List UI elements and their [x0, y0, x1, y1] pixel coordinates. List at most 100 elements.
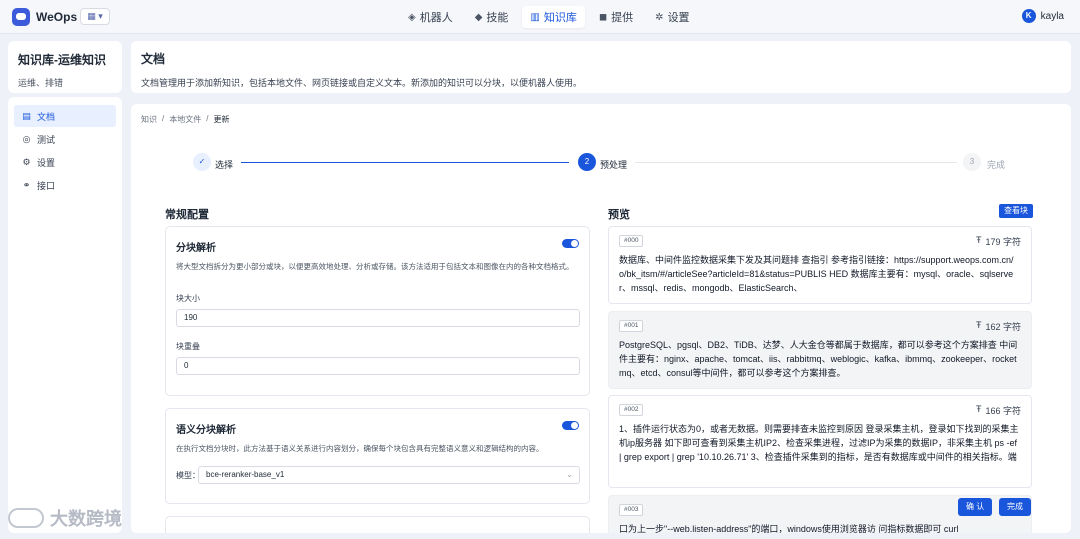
document-icon: ▤: [22, 110, 31, 121]
weops-logo-icon[interactable]: [12, 8, 30, 26]
step-done-check-icon: ✓: [193, 153, 211, 171]
grid-icon: ▦ ▾: [87, 11, 103, 21]
skill-icon: ◆: [474, 11, 483, 23]
sidebar-item-documents[interactable]: ▤ 文档: [14, 105, 116, 127]
user-menu[interactable]: K kayla: [1021, 9, 1064, 23]
brand-name: WeOps: [36, 10, 78, 24]
step-connector-pending: [635, 162, 957, 163]
chunk-parse-title: 分块解析: [176, 243, 216, 254]
sidebar-item-label: 测试: [37, 134, 56, 145]
step-number-pending: 3: [963, 153, 981, 171]
nav-item-skill[interactable]: ◆ 技能: [467, 6, 517, 28]
confirm-button[interactable]: 确 认: [958, 498, 993, 516]
sidebar-item-api[interactable]: ⚭ 接口: [14, 174, 116, 196]
text-icon: Ŧ: [975, 320, 982, 330]
kb-tags: 运维、排错: [18, 78, 64, 88]
sidebar-item-settings[interactable]: ⚙ 设置: [14, 151, 116, 173]
watermark-text: 大数跨境: [50, 509, 122, 529]
nav-item-label: 技能: [486, 12, 509, 24]
kb-info-card: 知识库-运维知识 运维、排错: [8, 41, 122, 93]
chunk-size-label: 块大小: [176, 294, 200, 303]
breadcrumb-item-current: 更新: [213, 115, 230, 124]
sidebar-item-test[interactable]: ◎ 测试: [14, 128, 116, 150]
breadcrumb-item-knowledge[interactable]: 知识: [141, 114, 157, 125]
step-label-select: 选择: [215, 160, 234, 170]
app-switcher-button[interactable]: ▦ ▾: [80, 8, 110, 25]
preview-title: 预览: [608, 209, 630, 221]
finish-button[interactable]: 完成: [999, 498, 1031, 516]
view-chunks-button[interactable]: 查看块: [999, 204, 1033, 218]
breadcrumb-separator: /: [162, 114, 165, 123]
robot-icon: ◈: [408, 11, 416, 23]
chunk-text: 1、插件运行状态为0，或者无数据。则需要排查未监控到原因 登录采集主机，登录如下…: [619, 424, 1019, 462]
nav-item-label: 知识库: [543, 12, 577, 24]
username: kayla: [1040, 10, 1064, 22]
chunk-id-badge: #001: [619, 320, 644, 332]
model-label: 模型：: [176, 471, 200, 480]
step-label-preprocess: 预处理: [600, 160, 628, 170]
nav-item-label: 设置: [667, 12, 690, 24]
chunk-parse-toggle[interactable]: [562, 239, 579, 248]
page-title: 文档: [141, 52, 166, 66]
chunk-char-count: Ŧ 179 字符: [976, 235, 1021, 248]
model-select[interactable]: bce-reranker-base_v1 ⌄: [198, 466, 580, 484]
book-icon: ▥: [530, 11, 540, 23]
chunk-parse-card: 分块解析 将大型文档拆分为更小部分或块，以便更高效地处理、分析或存储。该方法适用…: [165, 226, 590, 396]
chunk-text: 数据库、中间件监控数据采集下发及其问题排 查指引 参考指引链接：https://…: [619, 255, 1014, 293]
link-icon: ⚭: [22, 179, 31, 190]
main-nav: ◈ 机器人 ◆ 技能 ▥ 知识库 ◼ 提供 ✲ 设置: [400, 6, 698, 28]
step-number-active: 2: [578, 153, 596, 171]
box-icon: ◼: [598, 11, 608, 23]
breadcrumb-separator: /: [206, 114, 209, 123]
chunk-card: #002 Ŧ 166 字符 1、插件运行状态为0，或者无数据。则需要排查未监控到原…: [608, 395, 1032, 488]
nav-item-provider[interactable]: ◼ 提供: [591, 6, 641, 28]
chunk-char-count: Ŧ 166 字符: [976, 404, 1021, 417]
test-icon: ◎: [22, 133, 31, 144]
text-icon: Ŧ: [975, 404, 982, 414]
gear-icon: ✲: [655, 11, 664, 23]
chunk-char-count-value: 162 字符: [985, 322, 1021, 332]
chunk-overlap-label: 块重叠: [176, 342, 200, 351]
general-config-title: 常规配置: [165, 209, 209, 221]
sidebar-item-label: 接口: [37, 180, 56, 191]
chunk-card: #001 Ŧ 162 字符 PostgreSQL、pgsql、DB2、TiDB、达…: [608, 311, 1032, 389]
step-label-finish: 完成: [987, 160, 1006, 170]
sidebar-item-label: 文档: [37, 111, 56, 122]
sidebar-item-label: 设置: [37, 157, 56, 168]
text-icon: Ŧ: [975, 235, 982, 245]
nav-item-robot[interactable]: ◈ 机器人: [400, 6, 461, 28]
chunk-char-count: Ŧ 162 字符: [976, 320, 1021, 333]
semantic-parse-toggle[interactable]: [562, 421, 579, 430]
chunk-text: 口为上一步"--web.listen-address"的端口，windows使用…: [619, 524, 959, 533]
watermark-logo-icon: [8, 508, 44, 528]
top-navbar: WeOps ▦ ▾ ◈ 机器人 ◆ 技能 ▥ 知识库 ◼ 提供 ✲ 设置 K kayla: [0, 0, 1080, 34]
chunk-overlap-input[interactable]: 0: [176, 357, 580, 375]
watermark: 大数跨境: [8, 505, 122, 531]
chunk-id-badge: #003: [619, 504, 644, 516]
kb-title: 知识库-运维知识: [18, 53, 106, 67]
chunk-text: PostgreSQL、pgsql、DB2、TiDB、达梦、人大金仓等都属于数据库…: [619, 340, 1018, 378]
page-description: 文档管理用于添加新知识，包括本地文件、网页链接或自定义文本。新添加的知识可以分块…: [141, 78, 583, 88]
document-header: 文档 文档管理用于添加新知识，包括本地文件、网页链接或自定义文本。新添加的知识可…: [131, 41, 1071, 93]
chevron-down-icon: ⌄: [566, 470, 573, 479]
settings-icon: ⚙: [22, 156, 31, 167]
step-indicator: ✓ 选择 2 预处理 3 完成: [193, 153, 1013, 173]
nav-item-label: 机器人: [419, 12, 453, 24]
breadcrumb-item-local-file[interactable]: 本地文件: [169, 114, 201, 125]
nav-item-label: 提供: [611, 12, 634, 24]
breadcrumb: 知识 / 本地文件 / 更新: [141, 114, 229, 125]
semantic-parse-description: 在执行文档分块时，此方法基于语义关系进行内容划分，确保每个块包含具有完整语义意义…: [176, 444, 544, 453]
main-panel: 知识 / 本地文件 / 更新 ✓ 选择 2 预处理 3 完成 常规配置 分块解析…: [131, 104, 1071, 533]
chunk-size-input[interactable]: 190: [176, 309, 580, 327]
model-select-value: bce-reranker-base_v1: [206, 470, 285, 479]
chunk-parse-description: 将大型文档拆分为更小部分或块，以便更高效地处理、分析或存储。该方法适用于包括文本…: [176, 262, 574, 271]
chunk-id-badge: #002: [619, 404, 644, 416]
chunk-card: #000 Ŧ 179 字符 数据库、中间件监控数据采集下发及其问题排 查指引 参考…: [608, 226, 1032, 304]
nav-item-settings[interactable]: ✲ 设置: [647, 6, 697, 28]
nav-item-knowledge[interactable]: ▥ 知识库: [522, 6, 585, 28]
chunk-id-badge: #000: [619, 235, 644, 247]
chunk-char-count-value: 179 字符: [985, 237, 1021, 247]
config-card-partial: [165, 516, 590, 533]
avatar: K: [1021, 9, 1036, 23]
sidebar: ▤ 文档 ◎ 测试 ⚙ 设置 ⚭ 接口: [8, 97, 122, 533]
